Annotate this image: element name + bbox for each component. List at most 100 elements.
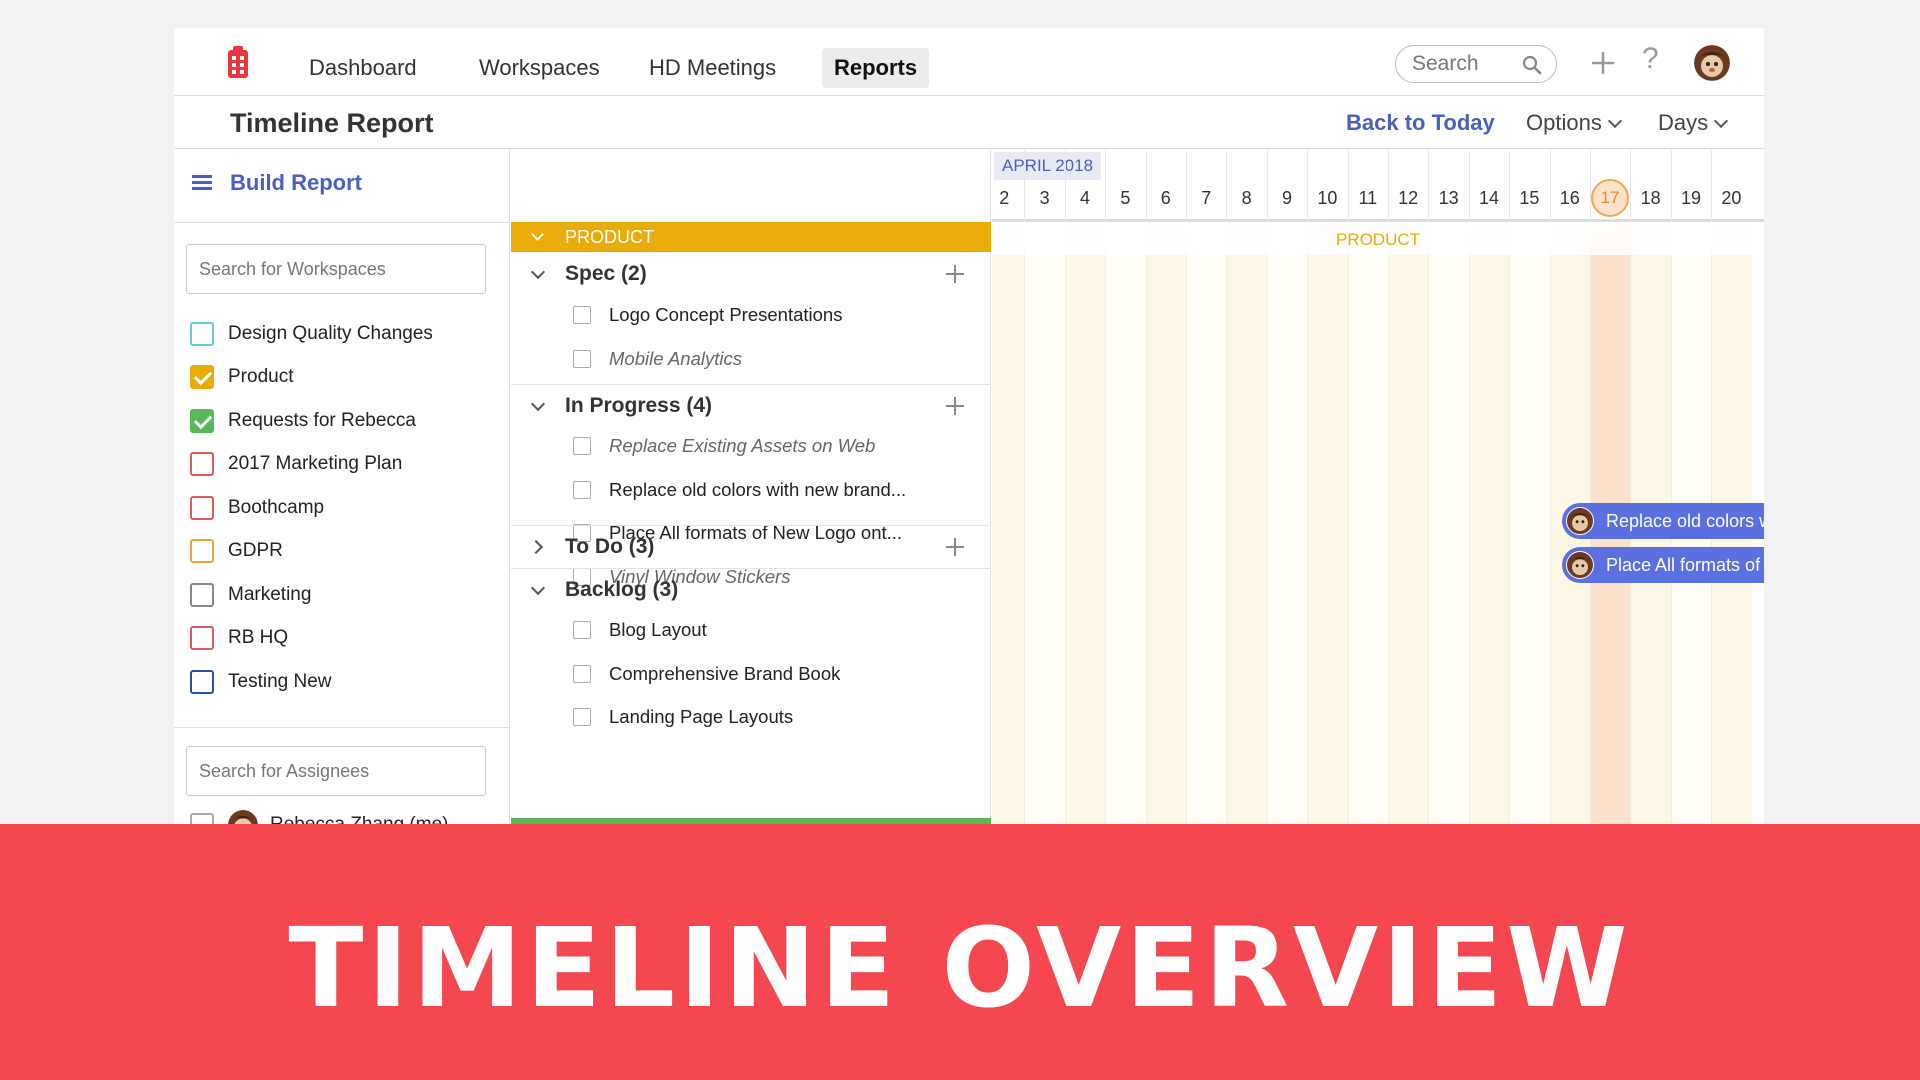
workspace-checkbox[interactable]	[190, 669, 214, 694]
timeline-task-bar[interactable]: Place All formats of New Logo ont...	[1562, 547, 1764, 583]
day-column	[1307, 225, 1348, 824]
workspace-checkbox[interactable]	[190, 539, 214, 564]
add-task-icon[interactable]	[945, 537, 965, 557]
hamburger-icon	[192, 175, 212, 191]
today-marker[interactable]: 17	[1591, 179, 1629, 217]
workspace-item[interactable]: GDPR	[190, 530, 433, 574]
nav-dashboard[interactable]: Dashboard	[297, 48, 429, 88]
day-number: 19	[1680, 188, 1701, 208]
workspace-item[interactable]: Product	[190, 356, 433, 400]
workspace-item[interactable]: Marketing	[190, 573, 433, 617]
assignee-search-input[interactable]	[186, 746, 486, 796]
workspace-checkbox[interactable]	[190, 582, 214, 607]
timeline-workspace-label: PRODUCT	[992, 225, 1764, 255]
task-list-panel: PRODUCT Spec (2) Logo Concept Presentatio…	[511, 150, 991, 824]
day-number: 7	[1201, 188, 1212, 208]
day-header	[1307, 150, 1347, 222]
global-search[interactable]	[1395, 45, 1557, 83]
nav-hd-meetings[interactable]: HD Meetings	[637, 48, 788, 88]
workspace-checkbox[interactable]	[190, 365, 214, 390]
task-item[interactable]: Landing Page Layouts	[511, 697, 991, 737]
workspace-item[interactable]: Design Quality Changes	[190, 312, 433, 356]
search-input[interactable]	[1412, 52, 1512, 76]
user-avatar[interactable]	[1694, 45, 1730, 81]
assignee-avatar	[1566, 551, 1594, 579]
workspace-checkbox[interactable]	[190, 626, 214, 651]
day-column	[1266, 225, 1308, 824]
task-group-header[interactable]: To Do (3)	[511, 525, 991, 567]
app-logo-icon[interactable]	[226, 46, 250, 80]
task-checkbox[interactable]	[573, 349, 591, 368]
day-header	[1226, 150, 1266, 222]
workspace-item[interactable]: 2017 Marketing Plan	[190, 443, 433, 487]
chevron-down-icon[interactable]	[530, 264, 546, 280]
workspace-search-input[interactable]	[186, 244, 486, 294]
workspace-item[interactable]: Requests for Rebecca	[190, 399, 433, 443]
assignee-item[interactable]: Rebecca Zhang (me)	[190, 810, 448, 824]
task-checkbox[interactable]	[573, 480, 591, 499]
task-label: Replace old colors with new brand...	[609, 478, 907, 500]
task-group-label: Backlog (3)	[565, 578, 679, 601]
day-header	[1630, 150, 1670, 222]
day-column	[1145, 225, 1186, 824]
workspace-checkbox[interactable]	[190, 321, 214, 346]
day-column	[1064, 225, 1106, 824]
day-number: 3	[1039, 188, 1050, 208]
task-checkbox[interactable]	[573, 708, 591, 726]
task-checkbox[interactable]	[573, 437, 591, 455]
chevron-down-icon	[531, 228, 544, 241]
workspace-item[interactable]: RB HQ	[190, 617, 433, 661]
task-item[interactable]: Mobile Analytics	[511, 339, 991, 379]
task-checkbox[interactable]	[573, 306, 591, 324]
add-task-icon[interactable]	[945, 396, 965, 416]
day-header	[1670, 150, 1711, 222]
workspace-checkbox[interactable]	[190, 495, 214, 520]
add-task-icon[interactable]	[945, 264, 965, 284]
day-number: 20	[1721, 188, 1742, 208]
task-group-header[interactable]: In Progress (4)	[511, 384, 991, 426]
back-to-today-button[interactable]: Back to Today	[1346, 110, 1495, 136]
workspace-checkbox[interactable]	[190, 452, 214, 477]
task-item[interactable]: Blog Layout	[511, 610, 991, 650]
help-icon[interactable]: ?	[1642, 42, 1659, 76]
workspace-item[interactable]: Boothcamp	[190, 486, 433, 530]
workspace-label: GDPR	[228, 540, 283, 562]
days-dropdown[interactable]: Days	[1658, 110, 1729, 136]
day-number: 13	[1438, 188, 1459, 208]
timeline-task-bar[interactable]: Replace old colors with new brand...	[1562, 503, 1764, 539]
task-item[interactable]: Comprehensive Brand Book	[511, 654, 991, 694]
day-column	[1468, 225, 1510, 824]
options-dropdown[interactable]: Options	[1526, 110, 1622, 136]
task-group-label: To Do (3)	[565, 535, 655, 558]
day-number: 12	[1398, 188, 1419, 208]
build-report-toggle[interactable]: Build Report	[192, 170, 362, 196]
task-group-header[interactable]: Spec (2)	[511, 253, 991, 295]
assignee-checkbox[interactable]	[190, 813, 214, 824]
chevron-down-icon	[1714, 113, 1729, 129]
banner-title: TIMELINE OVERVIEW	[288, 904, 1632, 1032]
day-number: 9	[1281, 188, 1292, 208]
nav-reports[interactable]: Reports	[822, 48, 930, 88]
task-checkbox[interactable]	[573, 664, 591, 683]
chevron-down-icon[interactable]	[530, 580, 546, 596]
workspace-item[interactable]: Testing New	[190, 660, 433, 704]
day-column	[1509, 225, 1550, 824]
nav-workspaces[interactable]: Workspaces	[467, 48, 612, 88]
task-checkbox[interactable]	[573, 621, 591, 639]
add-icon[interactable]	[1588, 48, 1618, 78]
search-icon[interactable]	[1522, 55, 1542, 75]
chevron-right-icon[interactable]	[528, 539, 544, 555]
day-header	[1549, 150, 1590, 222]
task-item[interactable]: Replace old colors with new brand...	[511, 470, 991, 510]
task-group-header[interactable]: Backlog (3)	[511, 568, 991, 610]
task-item[interactable]: Logo Concept Presentations	[511, 295, 991, 335]
timeline-panel: APRIL 2018 2 3 4 5 6 7 8 9 10 11 12 13 14 15 16 17 18 19 2…	[992, 150, 1764, 824]
day-header	[1509, 150, 1549, 222]
chevron-down-icon	[1607, 113, 1622, 129]
workspace-band-product[interactable]: PRODUCT	[511, 222, 991, 252]
chevron-down-icon[interactable]	[530, 396, 546, 412]
task-item[interactable]: Replace Existing Assets on Web	[511, 426, 991, 466]
day-number: 4	[1079, 188, 1090, 208]
day-number: 15	[1519, 188, 1540, 208]
workspace-checkbox[interactable]	[190, 408, 214, 433]
